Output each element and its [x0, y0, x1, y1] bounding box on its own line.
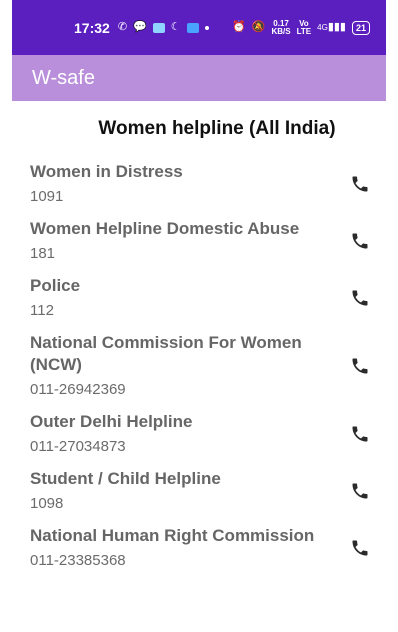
helpline-item: National Commission For Women (NCW) 011-…	[12, 332, 386, 400]
call-button[interactable]	[348, 422, 372, 446]
notification-icons: ✆ 💬 ☾	[118, 22, 209, 33]
chat-bubble-icon: 💬	[133, 21, 147, 33]
helpline-name: Women Helpline Domestic Abuse	[30, 219, 300, 238]
helpline-number: 181	[30, 245, 56, 262]
helpline-number: 011-23385368	[30, 552, 126, 569]
call-button[interactable]	[348, 229, 372, 253]
system-icons: ⏰ 🔕 0.17 KB/S Vo LTE 4G▮▮▮ 21	[232, 18, 370, 36]
helpline-name: National Commission For Women (NCW)	[30, 333, 302, 374]
call-button[interactable]	[348, 479, 372, 503]
helpline-item: Student / Child Helpline 1098	[12, 468, 386, 514]
helpline-name: National Human Right Commission	[30, 526, 315, 545]
more-notifications-icon	[204, 25, 209, 30]
helpline-name: Outer Delhi Helpline	[30, 412, 193, 431]
helpline-item: Outer Delhi Helpline 011-27034873	[12, 411, 386, 457]
whatsapp-icon: ✆	[117, 21, 128, 33]
network-speed: 0.17 KB/S	[271, 18, 291, 36]
call-button[interactable]	[348, 286, 372, 310]
battery-icon: 21	[351, 20, 370, 35]
helpline-item: National Human Right Commission 011-2338…	[12, 525, 386, 571]
message-icon	[152, 22, 165, 33]
helpline-number: 1091	[30, 188, 64, 205]
helpline-list: Women in Distress 1091 Women Helpline Do…	[12, 161, 386, 571]
helpline-number: 011-26942369	[30, 381, 126, 398]
call-button[interactable]	[348, 354, 372, 378]
helpline-name: Police	[30, 276, 81, 295]
alarm-icon: ⏰	[232, 21, 246, 33]
status-time: 17:32	[74, 19, 110, 36]
helpline-item: Women in Distress 1091	[12, 161, 386, 207]
mute-icon: 🔕	[251, 21, 266, 33]
helpline-name: Women in Distress	[30, 162, 183, 181]
call-button[interactable]	[348, 172, 372, 196]
volte-indicator: Vo LTE	[296, 18, 312, 36]
status-bar: 17:32 ✆ 💬 ☾ ⏰ 🔕 0.17 KB/S Vo LTE 4G▮▮▮ 2…	[12, 0, 386, 55]
helpline-name: Student / Child Helpline	[30, 469, 221, 488]
signal-icon: 4G▮▮▮	[317, 21, 346, 33]
phone-icon	[352, 233, 368, 249]
helpline-number: 011-27034873	[30, 438, 126, 455]
helpline-item: Police 112	[12, 275, 386, 321]
phone-icon	[352, 426, 368, 442]
phone-icon	[352, 290, 368, 306]
call-button[interactable]	[348, 536, 372, 560]
phone-icon	[352, 358, 368, 374]
app-frame: 17:32 ✆ 💬 ☾ ⏰ 🔕 0.17 KB/S Vo LTE 4G▮▮▮ 2…	[12, 0, 386, 632]
phone-icon	[352, 176, 368, 192]
helpline-number: 1098	[30, 495, 64, 512]
app-title: W-safe	[32, 66, 95, 89]
app-bar: W-safe	[12, 55, 386, 101]
phone-icon	[352, 483, 368, 499]
helpline-number: 112	[30, 302, 54, 319]
phone-icon	[352, 540, 368, 556]
helpline-item: Women Helpline Domestic Abuse 181	[12, 218, 386, 264]
app-notification-icon	[186, 22, 199, 33]
moon-icon: ☾	[170, 21, 181, 33]
page-title: Women helpline (All India)	[98, 118, 336, 139]
